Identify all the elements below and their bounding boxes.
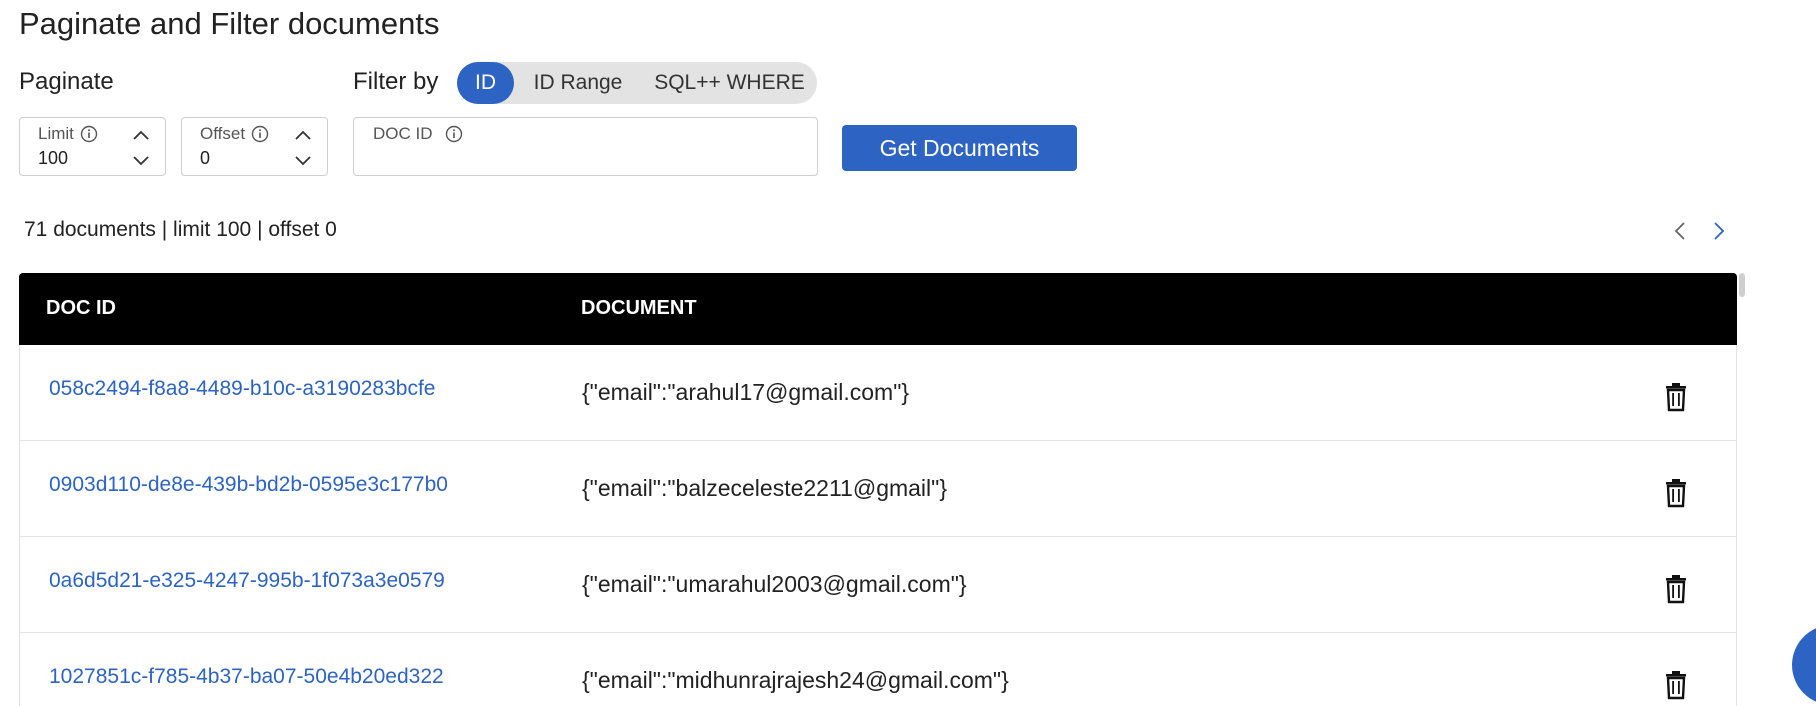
filter-toggle-group: ID ID Range SQL++ WHERE <box>457 62 817 104</box>
table-header: DOC ID DOCUMENT <box>19 273 1737 345</box>
limit-value[interactable]: 100 <box>38 148 68 169</box>
column-header-document: DOCUMENT <box>581 297 697 319</box>
page-title: Paginate and Filter documents <box>19 6 440 41</box>
doc-id-link[interactable]: 1027851c-f785-4b37-ba07-50e4b20ed322 <box>49 665 444 689</box>
chevron-left-icon <box>1674 222 1685 240</box>
table-row: 1027851c-f785-4b37-ba07-50e4b20ed322 {"e… <box>20 633 1736 706</box>
results-summary: 71 documents | limit 100 | offset 0 <box>24 218 337 241</box>
prev-page-button[interactable] <box>1668 218 1692 244</box>
table-row: 0903d110-de8e-439b-bd2b-0595e3c177b0 {"e… <box>20 441 1736 537</box>
chevron-down-icon[interactable] <box>293 152 313 170</box>
document-cell: {"email":"balzeceleste2211@gmail"} <box>582 475 948 501</box>
limit-field[interactable]: Limit 100 <box>19 117 166 176</box>
chevron-down-icon[interactable] <box>131 152 151 170</box>
trash-icon <box>1666 575 1686 604</box>
doc-id-link[interactable]: 058c2494-f8a8-4489-b10c-a3190283bcfe <box>49 377 435 401</box>
doc-id-link[interactable]: 0a6d5d21-e325-4247-995b-1f073a3e0579 <box>49 569 445 593</box>
doc-id-label: DOC ID <box>373 124 433 143</box>
filter-option-id-range[interactable]: ID Range <box>514 62 642 104</box>
offset-value[interactable]: 0 <box>200 148 210 169</box>
table-row: 0a6d5d21-e325-4247-995b-1f073a3e0579 {"e… <box>20 537 1736 633</box>
scrollbar-thumb[interactable] <box>1739 273 1745 297</box>
trash-icon <box>1666 671 1686 700</box>
filter-option-sql-where[interactable]: SQL++ WHERE <box>642 62 817 104</box>
delete-button[interactable] <box>1663 382 1689 412</box>
doc-id-link[interactable]: 0903d110-de8e-439b-bd2b-0595e3c177b0 <box>49 473 448 497</box>
chevron-up-icon[interactable] <box>131 126 151 144</box>
info-icon[interactable] <box>445 125 463 143</box>
document-cell: {"email":"midhunrajrajesh24@gmail.com"} <box>582 667 1009 693</box>
filter-option-id[interactable]: ID <box>457 62 514 104</box>
table-row: 058c2494-f8a8-4489-b10c-a3190283bcfe {"e… <box>20 345 1736 441</box>
floating-action-button[interactable] <box>1792 625 1816 705</box>
delete-button[interactable] <box>1663 478 1689 508</box>
column-header-doc-id: DOC ID <box>46 297 116 319</box>
doc-id-field[interactable]: DOC ID <box>353 117 818 176</box>
chevron-up-icon[interactable] <box>293 126 313 144</box>
document-cell: {"email":"umarahul2003@gmail.com"} <box>582 571 967 597</box>
delete-button[interactable] <box>1663 670 1689 700</box>
delete-button[interactable] <box>1663 574 1689 604</box>
trash-icon <box>1666 479 1686 508</box>
offset-field[interactable]: Offset 0 <box>181 117 328 176</box>
filter-label: Filter by <box>353 68 439 95</box>
document-cell: {"email":"arahul17@gmail.com"} <box>582 379 910 405</box>
next-page-button[interactable] <box>1707 218 1731 244</box>
table-body: 058c2494-f8a8-4489-b10c-a3190283bcfe {"e… <box>19 345 1737 706</box>
chevron-right-icon <box>1714 222 1725 240</box>
paginate-label: Paginate <box>19 68 114 95</box>
limit-label: Limit <box>38 124 74 143</box>
info-icon[interactable] <box>80 125 98 143</box>
documents-table: DOC ID DOCUMENT 058c2494-f8a8-4489-b10c-… <box>19 273 1737 706</box>
offset-label: Offset <box>200 124 246 143</box>
get-documents-button[interactable]: Get Documents <box>842 125 1077 171</box>
trash-icon <box>1666 383 1686 412</box>
info-icon[interactable] <box>251 125 269 143</box>
